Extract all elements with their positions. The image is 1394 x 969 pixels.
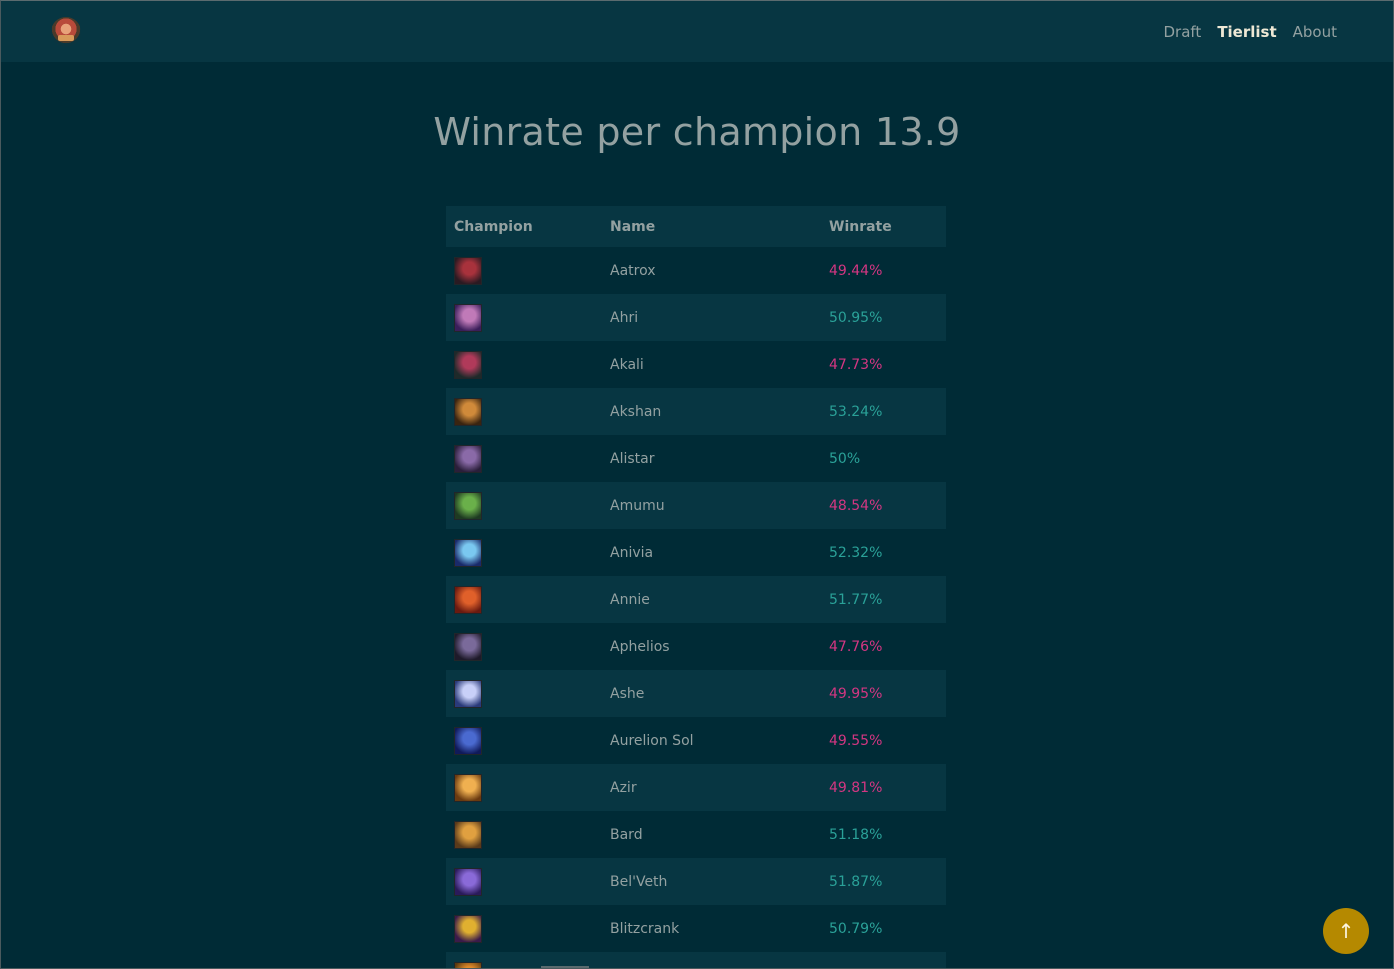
champion-portrait-icon [454,914,482,943]
table-row[interactable]: Aurelion Sol 49.55% [446,717,946,764]
champion-portrait-icon [454,303,482,332]
arrow-up-icon: ↑ [1337,919,1355,943]
table-row[interactable]: Azir 49.81% [446,764,946,811]
champion-name [602,952,821,968]
champion-winrate: 47.73% [829,356,883,373]
table-row[interactable] [446,952,946,968]
champion-cell [446,529,602,576]
champion-cell [446,670,602,717]
app-window: Draft Tierlist About Winrate per champio… [0,0,1394,969]
champion-portrait-icon [454,444,482,473]
champion-cell [446,576,602,623]
champion-name: Annie [610,591,650,608]
champion-winrate: 49.81% [829,779,883,796]
champion-portrait-icon [454,397,482,426]
champion-portrait-icon [454,820,482,849]
table-row[interactable]: Ahri 50.95% [446,294,946,341]
champion-cell [446,388,602,435]
champion-portrait-icon [454,726,482,755]
champion-winrate: 49.44% [829,262,883,279]
champion-winrate [821,952,946,968]
champion-name: Akshan [610,403,662,420]
champion-portrait-icon [454,350,482,379]
horizontal-scrollbar[interactable] [541,966,589,968]
table-header-row: Champion Name Winrate [446,206,946,247]
champion-name: Aphelios [610,638,670,655]
column-header-champion[interactable]: Champion [446,206,602,247]
champion-portrait-icon [454,585,482,614]
table-row[interactable]: Anivia 52.32% [446,529,946,576]
winrate-table-container: Champion Name Winrate Aatrox 49.44% Ahri 50… [446,206,946,968]
champion-winrate: 48.54% [829,497,883,514]
champion-winrate: 51.77% [829,591,883,608]
champion-cell [446,482,602,529]
navbar: Draft Tierlist About [1,1,1393,62]
champion-portrait-icon [454,632,482,661]
champion-cell [446,623,602,670]
table-row[interactable]: Akali 47.73% [446,341,946,388]
table-row[interactable]: Aphelios 47.76% [446,623,946,670]
champion-name: Ahri [610,309,639,326]
champion-winrate: 50.79% [829,920,883,937]
champion-name: Anivia [610,544,654,561]
champion-cell [446,717,602,764]
champion-cell [446,858,602,905]
champion-portrait-icon [454,773,482,802]
table-row[interactable]: Akshan 53.24% [446,388,946,435]
champion-winrate: 50.95% [829,309,883,326]
champion-name: Amumu [610,497,665,514]
table-row[interactable]: Bel'Veth 51.87% [446,858,946,905]
nav-link-draft[interactable]: Draft [1164,23,1202,41]
champion-winrate: 51.87% [829,873,883,890]
table-row[interactable]: Blitzcrank 50.79% [446,905,946,952]
champion-winrate: 53.24% [829,403,883,420]
table-row[interactable]: Annie 51.77% [446,576,946,623]
champion-name: Alistar [610,450,655,467]
champion-cell [446,341,602,388]
page-title: Winrate per champion 13.9 [433,110,961,154]
champion-name: Aatrox [610,262,656,279]
nav-link-tierlist[interactable]: Tierlist [1217,23,1276,41]
nav-link-about[interactable]: About [1293,23,1337,41]
champion-name: Bard [610,826,643,843]
champion-cell [446,764,602,811]
champion-cell [446,905,602,952]
champion-name: Blitzcrank [610,920,680,937]
table-row[interactable]: Amumu 48.54% [446,482,946,529]
logo-icon[interactable] [51,16,81,47]
champion-winrate: 52.32% [829,544,883,561]
champion-winrate: 47.76% [829,638,883,655]
champion-winrate: 49.95% [829,685,883,702]
champion-portrait-icon [454,867,482,896]
table-row[interactable]: Aatrox 49.44% [446,247,946,294]
table-row[interactable]: Alistar 50% [446,435,946,482]
table-row[interactable]: Ashe 49.95% [446,670,946,717]
champion-portrait-icon [454,491,482,520]
nav-links: Draft Tierlist About [1164,23,1338,41]
champion-name: Akali [610,356,644,373]
champion-name: Ashe [610,685,645,702]
column-header-name[interactable]: Name [602,206,821,247]
champion-cell [446,435,602,482]
champion-cell [446,811,602,858]
champion-winrate: 50% [829,450,861,467]
champion-winrate: 49.55% [829,732,883,749]
scroll-to-top-button[interactable]: ↑ [1323,908,1369,954]
champion-portrait-icon [454,538,482,567]
champion-cell [446,247,602,294]
champion-winrate: 51.18% [829,826,883,843]
champion-name: Aurelion Sol [610,732,694,749]
column-header-winrate[interactable]: Winrate [821,206,946,247]
table-row[interactable]: Bard 51.18% [446,811,946,858]
champion-portrait-icon [454,961,482,968]
champion-portrait-icon [454,256,482,285]
champion-cell [446,294,602,341]
winrate-table: Champion Name Winrate Aatrox 49.44% Ahri 50… [446,206,946,968]
table-body: Aatrox 49.44% Ahri 50.95% Akali 47.73% Akshan 5… [446,247,946,968]
champion-portrait-icon [454,679,482,708]
champion-name: Azir [610,779,637,796]
champion-name: Bel'Veth [610,873,668,890]
